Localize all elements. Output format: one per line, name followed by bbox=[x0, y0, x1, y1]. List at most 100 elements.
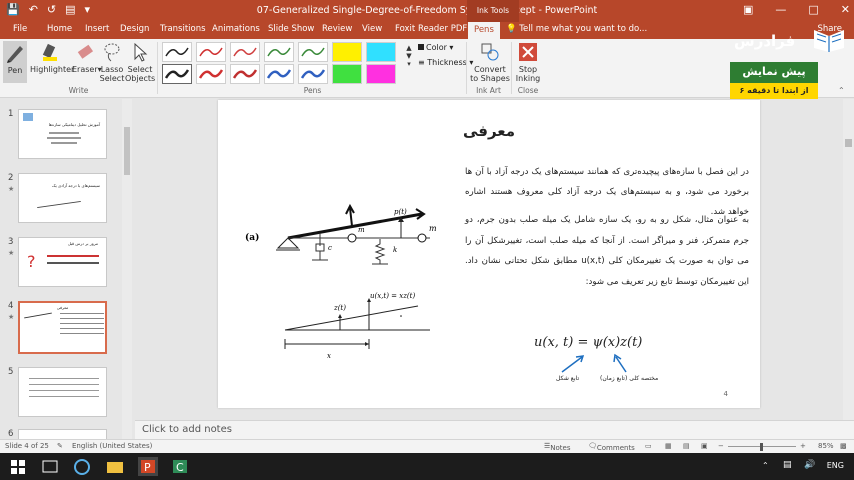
stop-inking-button[interactable]: Stop Inking bbox=[514, 41, 542, 83]
tab-transitions[interactable]: Transitions bbox=[160, 24, 206, 34]
eraser-button[interactable]: Eraser▾ bbox=[72, 41, 102, 74]
zoom-in-icon[interactable]: + bbox=[800, 442, 806, 450]
ribbon-display-icon[interactable]: ▣ bbox=[743, 3, 753, 16]
pen-black-thin[interactable] bbox=[162, 42, 192, 62]
pen-blue-thick[interactable] bbox=[264, 64, 294, 84]
select-objects-button[interactable]: Select Objects bbox=[125, 41, 155, 83]
gallery-scroll[interactable]: ▲ ▼ ▾ bbox=[402, 44, 416, 68]
slide-sorter-icon[interactable]: ▦ bbox=[665, 442, 672, 450]
select-label-2: Objects bbox=[125, 74, 156, 83]
tab-insert[interactable]: Insert bbox=[85, 24, 109, 34]
notes-toggle[interactable]: ☰ Notes bbox=[544, 442, 571, 452]
z-label: z(t) bbox=[333, 304, 346, 312]
tab-pens[interactable]: Pens bbox=[468, 22, 500, 39]
reading-view-icon[interactable]: ▤ bbox=[683, 442, 690, 450]
logo-text: فرادرس bbox=[734, 32, 795, 50]
pen-green-thin-2[interactable] bbox=[298, 42, 328, 62]
tab-foxit-reader-pdf[interactable]: Foxit Reader PDF bbox=[395, 24, 467, 34]
spellcheck-icon[interactable]: ✎ bbox=[57, 442, 63, 450]
tab-animations[interactable]: Animations bbox=[212, 24, 260, 34]
tab-slide-show[interactable]: Slide Show bbox=[268, 24, 314, 34]
powerpoint-taskbar-icon[interactable]: P bbox=[138, 457, 158, 476]
slide-thumbnail-3[interactable]: مرور بر درس قبل ? bbox=[18, 237, 107, 287]
input-language[interactable]: ENG bbox=[827, 461, 844, 470]
svg-text:P: P bbox=[144, 461, 151, 474]
close-icon[interactable]: ✕ bbox=[841, 3, 850, 16]
x-arrowhead bbox=[365, 342, 369, 346]
maximize-icon[interactable]: □ bbox=[808, 3, 818, 16]
thumb-number: 1 bbox=[8, 109, 14, 119]
slide-thumbnail-2[interactable]: سیستم‌های با درجه آزادی یک bbox=[18, 173, 107, 223]
slide-paragraph-2: به عنوان مثال، شکل رو به رو، یک سازه شام… bbox=[465, 215, 749, 287]
pen-yellow-highlighter[interactable] bbox=[332, 42, 362, 62]
zoom-out-icon[interactable]: − bbox=[718, 442, 724, 450]
fit-slide-icon[interactable]: ▩ bbox=[840, 442, 847, 450]
animation-star-icon: ★ bbox=[8, 313, 15, 321]
slide-thumbnail-5[interactable] bbox=[18, 367, 107, 417]
preview-title: پیش نمایش bbox=[730, 62, 818, 83]
task-view-icon[interactable] bbox=[40, 457, 60, 476]
spring bbox=[374, 239, 386, 264]
color-dropdown[interactable]: Color ▾ bbox=[418, 43, 453, 52]
equation-annotations bbox=[561, 353, 627, 373]
slide-thumbnail-6[interactable] bbox=[18, 429, 107, 439]
current-slide[interactable]: معرفی در این فصل با سازه‌های پیچیده‌تری … bbox=[218, 100, 760, 408]
tab-design[interactable]: Design bbox=[120, 24, 149, 34]
window-controls: ▣ — □ ✕ bbox=[743, 3, 850, 16]
scrollbar-thumb[interactable] bbox=[845, 139, 852, 147]
pen-green-thin[interactable] bbox=[264, 42, 294, 62]
pen-black-thick[interactable] bbox=[162, 64, 192, 84]
editor-scrollbar[interactable] bbox=[843, 99, 854, 420]
zoom-slider-thumb[interactable] bbox=[760, 443, 763, 451]
preview-subtitle: از ابتدا تا دقیقه ۶ bbox=[730, 83, 818, 100]
pen-red-thin-2[interactable] bbox=[230, 42, 260, 62]
shape-function-equation: u(x, t) = ψ(x)z(t) bbox=[534, 335, 643, 350]
thumb-line bbox=[24, 312, 52, 319]
browser-icon[interactable] bbox=[72, 457, 92, 476]
thumbnail-scrollbar[interactable] bbox=[122, 99, 132, 439]
windows-start-icon[interactable] bbox=[8, 457, 28, 476]
minimize-icon[interactable]: — bbox=[775, 3, 786, 16]
thumb-title: آموزش تحلیل دینامیکی سازه‌ها bbox=[48, 122, 100, 127]
slide-thumbnail-1[interactable]: آموزش تحلیل دینامیکی سازه‌ها bbox=[18, 109, 107, 159]
tell-me-search[interactable]: 💡 Tell me what you want to do... bbox=[506, 24, 647, 34]
slide-thumbnail-4[interactable]: معرفی bbox=[18, 301, 107, 354]
convert-to-shapes-button[interactable]: Convert to Shapes bbox=[470, 41, 510, 83]
tray-expand-icon[interactable]: ⌃ bbox=[762, 461, 769, 470]
pen-blue-thick-2[interactable] bbox=[298, 64, 328, 84]
preview-badge: پیش نمایش از ابتدا تا دقیقه ۶ bbox=[730, 62, 818, 100]
camtasia-taskbar-icon[interactable]: C bbox=[170, 457, 190, 476]
x-label: x bbox=[327, 352, 331, 360]
slideshow-view-icon[interactable]: ▣ bbox=[701, 442, 708, 450]
normal-view-icon[interactable]: ▭ bbox=[645, 442, 652, 450]
comments-toggle[interactable]: 🗨 Comments bbox=[588, 442, 635, 452]
pen-red-thick-2[interactable] bbox=[230, 64, 260, 84]
notes-pane[interactable]: Click to add notes bbox=[135, 420, 854, 439]
convert-label-2: to Shapes bbox=[470, 74, 510, 83]
pen-magenta-highlighter[interactable] bbox=[366, 64, 396, 84]
pen-button[interactable]: Pen bbox=[3, 41, 27, 83]
tab-file[interactable]: File bbox=[13, 24, 27, 34]
network-icon[interactable]: ▤ bbox=[783, 460, 792, 470]
comments-toggle-label: Comments bbox=[596, 444, 635, 452]
collapse-ribbon-icon[interactable]: ⌃ bbox=[838, 86, 845, 95]
slide-thumbnails-panel: 1 آموزش تحلیل دینامیکی سازه‌ها 2 ★ سیستم… bbox=[0, 99, 135, 439]
highlighter-button[interactable]: Highlighter bbox=[30, 41, 74, 74]
file-explorer-icon[interactable] bbox=[105, 457, 125, 476]
pen-red-thick[interactable] bbox=[196, 64, 226, 84]
pen-red-thin[interactable] bbox=[196, 42, 226, 62]
thumb-line bbox=[60, 318, 104, 319]
stop-label-2: Inking bbox=[515, 74, 541, 83]
close-x-icon bbox=[519, 43, 537, 61]
pen-green-highlighter[interactable] bbox=[332, 64, 362, 84]
pen-cyan-highlighter[interactable] bbox=[366, 42, 396, 62]
volume-icon[interactable]: 🔊 bbox=[804, 460, 815, 470]
zoom-level[interactable]: 85% bbox=[818, 442, 834, 450]
scrollbar-thumb[interactable] bbox=[124, 127, 130, 175]
tab-view[interactable]: View bbox=[362, 24, 382, 34]
tab-home[interactable]: Home bbox=[47, 24, 72, 34]
tab-review[interactable]: Review bbox=[322, 24, 352, 34]
stop-label-1: Stop bbox=[518, 65, 538, 74]
lasso-select-button[interactable]: Lasso Select bbox=[99, 41, 125, 83]
language-indicator[interactable]: English (United States) bbox=[72, 442, 152, 450]
